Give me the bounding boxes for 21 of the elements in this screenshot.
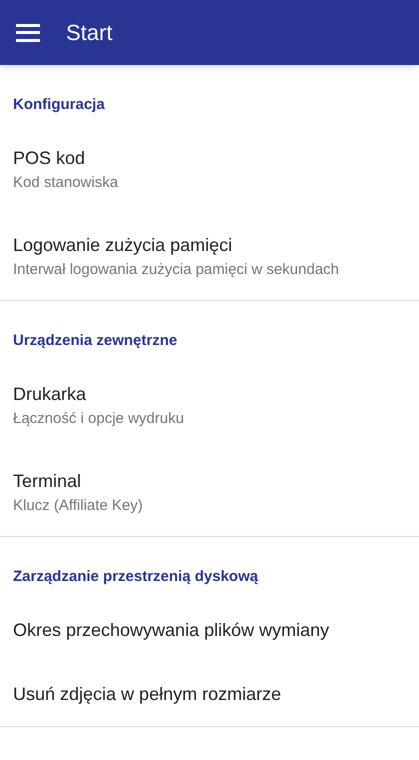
preference-item[interactable]: POS kod Kod stanowiska xyxy=(0,132,419,213)
item-subtitle: Klucz (Affiliate Key) xyxy=(13,496,143,516)
item-title: Usuń zdjęcia w pełnym rozmiarze xyxy=(13,683,282,706)
item-subtitle: Kod stanowiska xyxy=(13,173,118,193)
item-subtitle: Łączność i opcje wydruku xyxy=(13,409,184,429)
section-heading: Urządzenia zewnętrzne xyxy=(13,331,178,351)
item-title: Terminal xyxy=(13,470,82,493)
preference-item[interactable]: Drukarka Łączność i opcje wydruku xyxy=(0,368,419,449)
preference-item[interactable]: Okres przechowywania plików wymiany xyxy=(0,604,419,662)
menu-icon[interactable] xyxy=(16,24,40,42)
section-heading: Zarządzanie przestrzenią dyskową xyxy=(13,567,258,587)
item-title: Logowanie zużycia pamięci xyxy=(13,234,232,257)
app-title: Start xyxy=(66,18,112,46)
item-title: Okres przechowywania plików wymiany xyxy=(13,619,330,642)
item-subtitle: Interwał logowania zużycia pamięci w sekundach xyxy=(13,260,340,280)
preference-item[interactable]: Usuń zdjęcia w pełnym rozmiarze xyxy=(0,668,419,726)
preference-item[interactable]: Logowanie zużycia pamięci Interwał logowania zużycia pamięci w sekundach xyxy=(0,219,419,300)
item-title: POS kod xyxy=(13,147,86,170)
section-heading: Konfiguracja xyxy=(13,95,105,115)
item-title: Drukarka xyxy=(13,383,86,406)
preference-item[interactable]: Terminal Klucz (Affiliate Key) xyxy=(0,455,419,536)
